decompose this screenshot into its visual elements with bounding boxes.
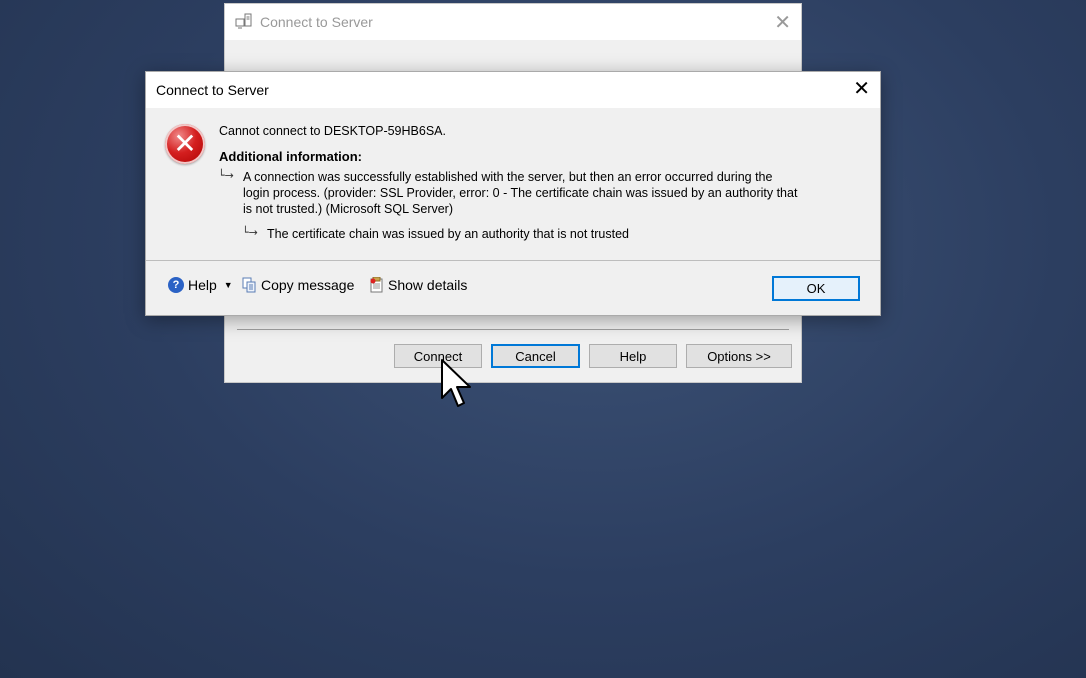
cancel-button[interactable]: Cancel [491,344,580,368]
error-icon: ✕ [165,124,205,164]
error-dialog-title: Connect to Server [156,82,269,98]
options-button[interactable]: Options >> [686,344,792,368]
copy-message-button[interactable]: Copy message [242,277,354,293]
inner-detail-text: The certificate chain was issued by an a… [267,227,629,241]
details-icon [370,277,383,293]
help-label: Help [188,277,217,293]
detail-arrow-icon: └→ [218,169,234,182]
server-icon [235,13,252,29]
background-separator [237,329,789,330]
additional-info-heading: Additional information: [219,149,362,164]
detail-text-line2: login process. (provider: SSL Provider, … [243,186,798,200]
close-icon[interactable]: ✕ [853,78,870,100]
background-titlebar: Connect to Server ✕ [225,4,801,40]
error-main-message: Cannot connect to DESKTOP-59HB6SA. [219,124,446,138]
copy-message-label: Copy message [261,277,355,293]
error-dialog-titlebar: Connect to Server ✕ [146,72,880,108]
error-dialog: Connect to Server ✕ ✕ Cannot connect to … [145,71,881,316]
footer-separator [146,260,880,261]
ok-button[interactable]: OK [772,276,860,301]
mouse-cursor-icon [441,359,471,407]
detail-text-line1: A connection was successfully establishe… [243,170,773,184]
help-dropdown[interactable]: ? Help ▼ [168,277,233,293]
help-icon: ? [168,277,184,293]
detail-text-line3: is not trusted.) (Microsoft SQL Server) [243,202,454,216]
show-details-button[interactable]: Show details [369,277,467,293]
background-help-button[interactable]: Help [589,344,677,368]
background-close-icon[interactable]: ✕ [774,10,791,35]
inner-detail-arrow-icon: └→ [242,226,258,239]
background-window-title: Connect to Server [260,14,373,30]
show-details-label: Show details [388,277,468,293]
copy-icon [242,277,256,293]
chevron-down-icon: ▼ [223,280,233,290]
